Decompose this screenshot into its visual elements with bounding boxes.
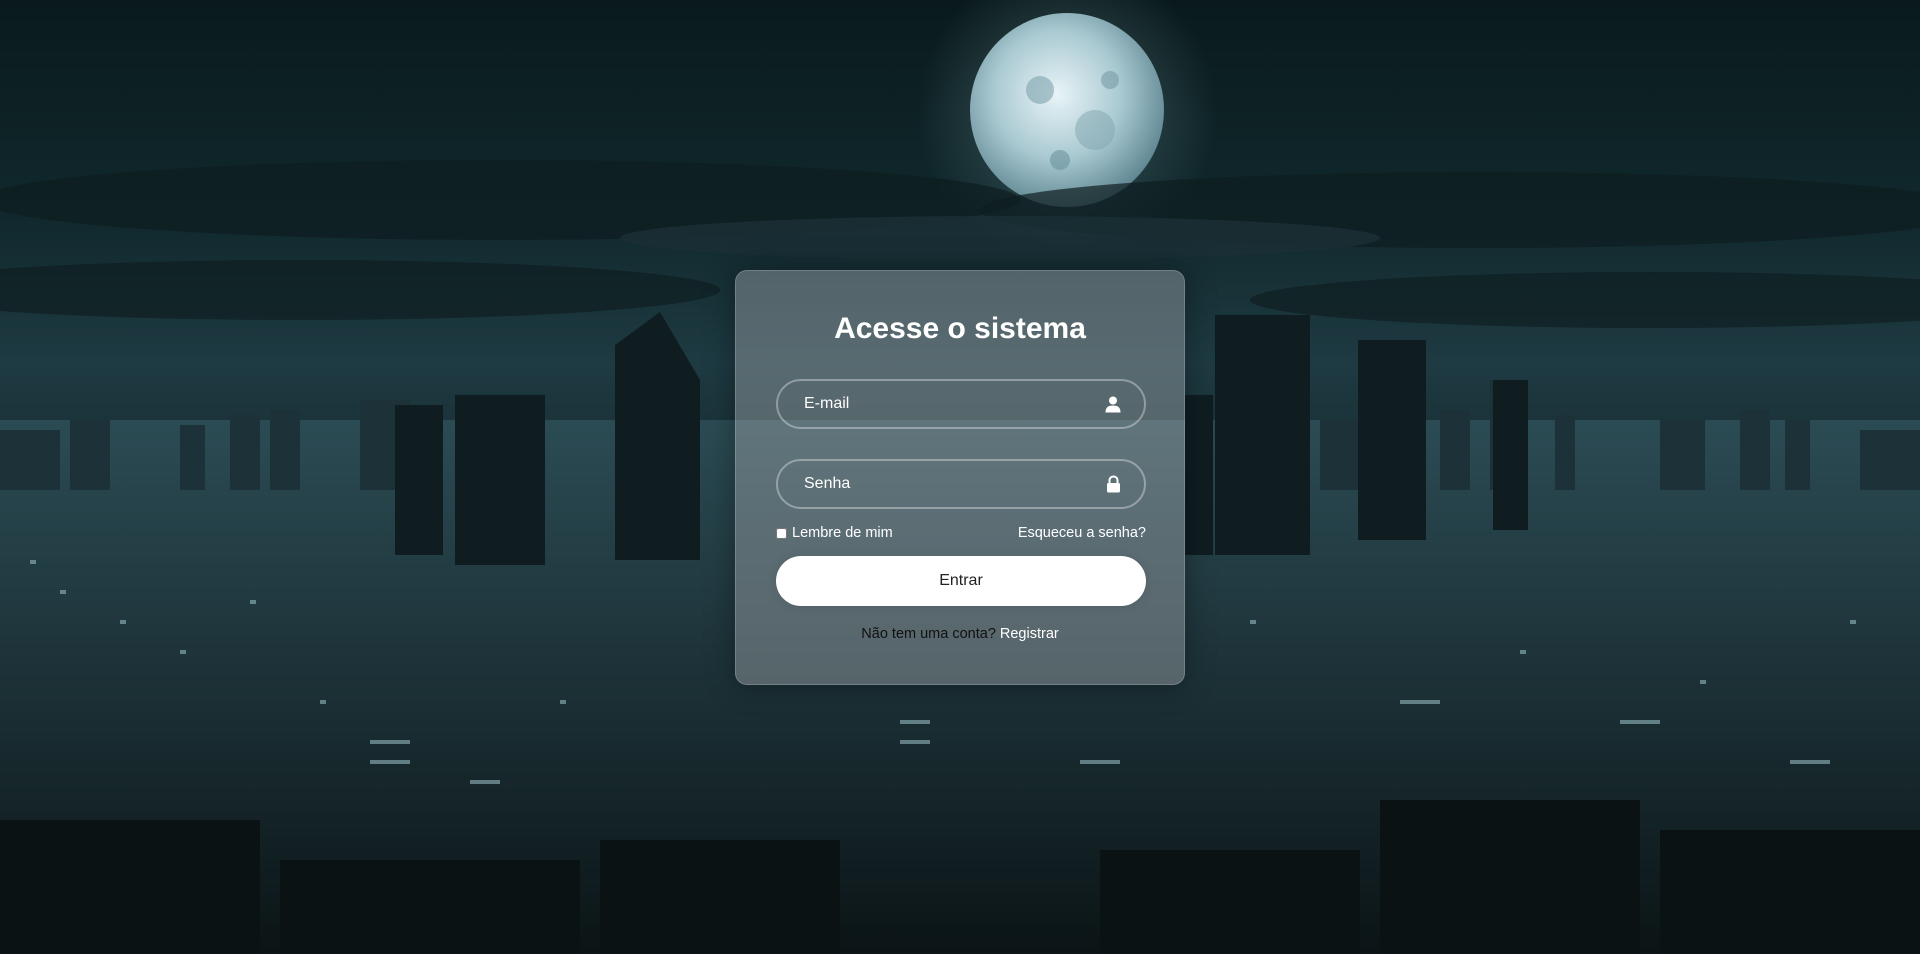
remember-me[interactable]: Lembre de mim (776, 525, 893, 541)
lock-icon (1104, 475, 1122, 493)
email-input[interactable] (776, 379, 1146, 429)
password-field-box (776, 459, 1146, 509)
register-row: Não tem uma conta? Registrar (776, 626, 1144, 642)
login-button[interactable]: Entrar (776, 556, 1146, 606)
password-input[interactable] (776, 459, 1146, 509)
login-form: Acesse o sistema Lembre de (735, 270, 1185, 685)
forgot-password-link[interactable]: Esqueceu a senha? (1018, 525, 1146, 541)
register-link[interactable]: Registrar (1000, 626, 1059, 642)
remember-me-checkbox[interactable] (776, 527, 787, 539)
email-field-box (776, 379, 1146, 429)
form-options-row: Lembre de mim Esqueceu a senha? (776, 523, 1146, 543)
remember-me-label: Lembre de mim (792, 525, 893, 541)
register-prompt: Não tem uma conta? (861, 626, 996, 642)
user-icon (1104, 395, 1122, 413)
moon (970, 13, 1164, 207)
login-title: Acesse o sistema (834, 312, 1086, 345)
login-page: Acesse o sistema Lembre de (0, 0, 1920, 954)
